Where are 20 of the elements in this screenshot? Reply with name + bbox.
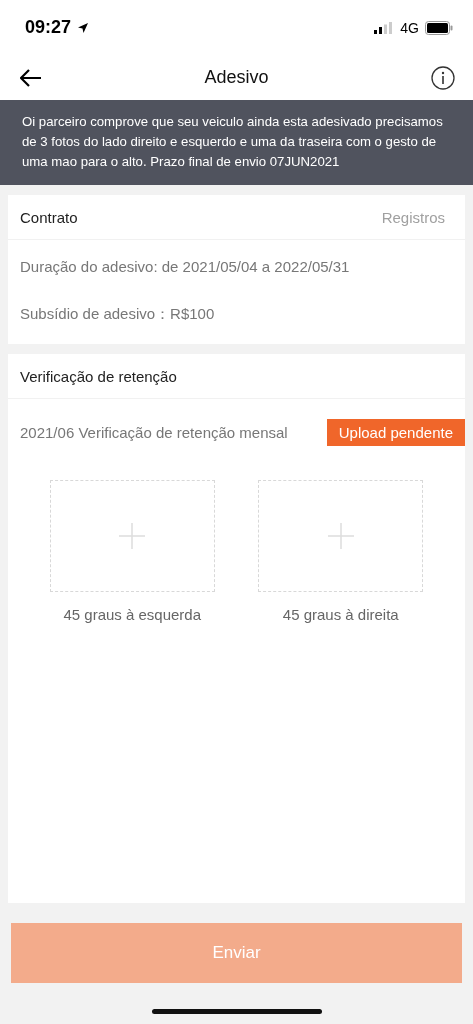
section-title: Contrato <box>20 208 78 226</box>
section-title: Verificação de retenção <box>20 367 177 385</box>
photo-caption: 45 graus à direita <box>282 606 399 623</box>
signal-icon <box>374 21 395 34</box>
network-label: 4G <box>400 19 419 36</box>
status-badge: Upload pendente <box>326 419 465 446</box>
battery-icon <box>425 20 453 35</box>
plus-icon <box>118 522 147 550</box>
notice-banner: Oi parceiro comprove que seu veiculo ainda esta adesivado precisamos de 3 fotos do lado direito e esquerdo e uma da traseira com o gesto de uma mao para o alto. Prazo final de envio 07JUN2021 <box>0 100 473 185</box>
page-title: Adesivo <box>204 67 269 88</box>
info-button[interactable] <box>431 65 455 90</box>
period-label: 2021/06 Verificação de retenção mensal <box>20 424 288 441</box>
location-arrow-icon <box>77 21 90 34</box>
photo-caption: 45 graus à esquerda <box>63 606 202 623</box>
records-link[interactable]: Registros <box>381 208 445 226</box>
contract-detail: Duração do adesivo: de 2021/05/04 a 2022/05/31 <box>20 257 351 275</box>
plus-icon <box>326 522 355 550</box>
status-time: 09:27 <box>25 17 72 38</box>
contract-detail: Subsídio de adesivo：R$100 <box>20 304 216 324</box>
back-button[interactable] <box>20 68 42 87</box>
